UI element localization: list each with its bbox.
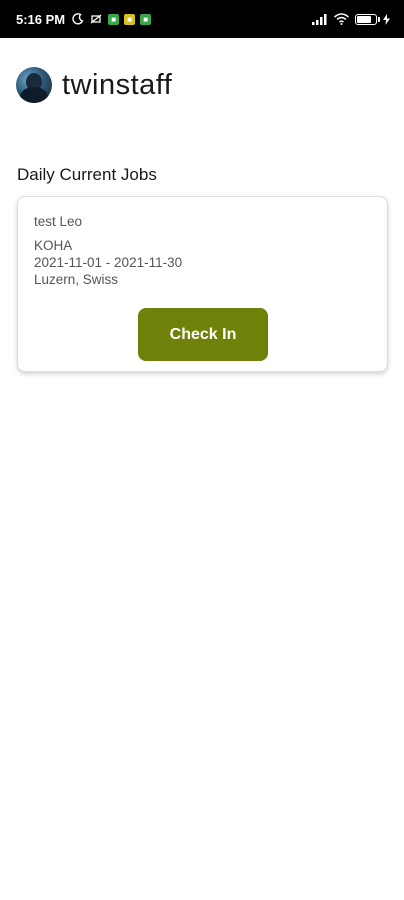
notification-app-icon: ■	[124, 13, 136, 25]
job-date-range: 2021-11-01 - 2021-11-30	[34, 255, 183, 270]
status-left: 5:16 PM ■ ■ ■	[16, 11, 152, 27]
battery-level	[357, 15, 372, 23]
status-right	[312, 13, 390, 25]
job-name: test Leo	[34, 214, 83, 229]
job-card[interactable]: test Leo KOHA 2021-11-01 - 2021-11-30 Lu…	[17, 196, 388, 372]
wifi-icon	[334, 13, 349, 25]
hotspot-icon	[89, 13, 103, 25]
signal-icon	[312, 13, 328, 25]
section-title: Daily Current Jobs	[17, 165, 157, 184]
battery-icon	[355, 13, 380, 25]
moon-icon	[72, 13, 84, 25]
avatar[interactable]	[16, 67, 52, 103]
job-details: KOHA 2021-11-01 - 2021-11-30 Luzern, Swi…	[34, 237, 182, 288]
app-header: twinstaff	[16, 67, 172, 103]
notification-app-icon: ■	[140, 13, 152, 25]
job-location: Luzern, Swiss	[34, 272, 119, 287]
job-company: KOHA	[34, 238, 73, 253]
status-bar: 5:16 PM ■ ■ ■	[0, 0, 404, 38]
notification-app-icon: ■	[108, 13, 120, 25]
app-title: twinstaff	[62, 68, 173, 101]
charging-icon	[383, 13, 390, 25]
check-in-button[interactable]: Check In	[138, 308, 268, 361]
status-time: 5:16 PM	[16, 11, 66, 27]
